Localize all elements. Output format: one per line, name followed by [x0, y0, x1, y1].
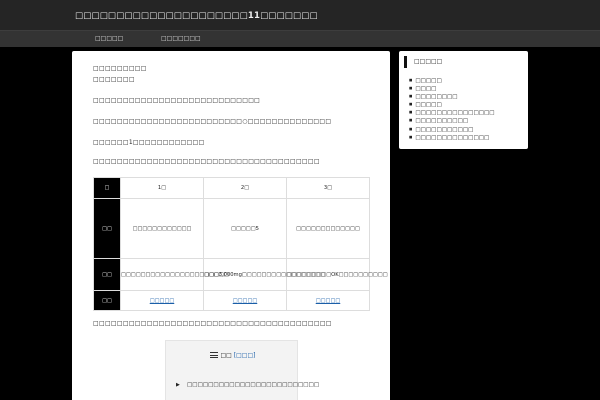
category-link[interactable]: □□□□□	[409, 100, 495, 108]
category-list: □□□□□ □□□□ □□□□□□□□ □□□□□ □□□□□□□□□□□□□□…	[409, 76, 495, 141]
caret-right-icon: ▶	[176, 382, 180, 388]
category-link[interactable]: □□□□□□□□□□□□□□	[409, 133, 495, 141]
sidebar-categories-widget: □□□□□ □□□□□ □□□□ □□□□□□□□ □□□□□ □□□□□□□□…	[399, 51, 528, 149]
toc-header: □□ [□□□]	[166, 352, 299, 359]
toc-item[interactable]: ▶ □□□□□□□□□□□□□□□□□□□□□□□□□	[176, 382, 320, 388]
category-link[interactable]: □□□□	[409, 84, 495, 92]
intro-line-2: □□□□□□□	[93, 76, 135, 83]
comparison-table: □ 1□ 2□ 3□ □□ □□□□□□□□□□□□ □□□□□5 □□□□□□…	[93, 177, 388, 311]
toc-toggle-link[interactable]: [□□□]	[234, 352, 256, 359]
table-row-header: □□	[93, 290, 121, 311]
table-row-header: □□	[93, 258, 121, 291]
table-cell: □□□□□□□□□□□□□	[286, 198, 370, 259]
paragraph-2: □□□□□□□□□□□□□□□□□□□□□□□□□○□□□□□□□□□□□□□□	[93, 118, 332, 125]
table-row: □□ □□□□□□□□□□□□ □□□□□5 □□□□□□□□□□□□□	[93, 198, 370, 259]
category-link[interactable]: □□□□□□□□□□□□□□□	[409, 108, 494, 116]
table-row: □□ □□□□□ □□□□□ □□□□□	[93, 290, 370, 311]
table-of-contents: □□ [□□□] ▶ □□□□□□□□□□□□□□□□□□□□□□□□□	[165, 340, 319, 400]
table-row: □□ □□□□□□□□□□□□□□□□□□□□□□ □□□3,000mg□□□□…	[93, 258, 388, 291]
category-link[interactable]: □□□□□	[409, 76, 495, 84]
global-nav: □□□□□ □□□□□□□	[0, 30, 600, 47]
paragraph-5: □□□□□□□□□□□□□□□□□□□□□□□□□□□□□□□□□□□□□□□□	[93, 320, 332, 327]
nav-item-2[interactable]: □□□□□□□	[161, 35, 201, 42]
category-link[interactable]: □□□□□□□□□□	[409, 116, 495, 124]
category-link[interactable]: □□□□□□□□□□□	[409, 125, 495, 133]
intro-line-1: □□□□□□□□□	[93, 65, 147, 72]
table-link[interactable]: □□□□□	[120, 290, 204, 311]
table-header-row: □ 1□ 2□ 3□	[93, 177, 370, 199]
toc-title: □□	[220, 352, 232, 359]
widget-title: □□□□□	[404, 56, 442, 68]
table-cell: □□□3,000mg□□□□□□□□□□□□□□□□□	[203, 258, 325, 291]
table-column-header: 1□	[120, 177, 204, 199]
table-cell: □□□□□5	[203, 198, 287, 259]
list-icon	[209, 352, 218, 358]
table-column-header: 2□	[203, 177, 287, 199]
paragraph-1: □□□□□□□□□□□□□□□□□□□□□□□□□□□□	[93, 97, 261, 104]
table-link[interactable]: □□□□□	[286, 290, 370, 311]
table-cell: □□□□□□□□□OK□□□□□□□□□□	[286, 258, 388, 291]
table-column-header: 3□	[286, 177, 370, 199]
toc-item-label: □□□□□□□□□□□□□□□□□□□□□□□□□	[187, 382, 320, 388]
article-body: □□□□□□□□□ □□□□□□□ □□□□□□□□□□□□□□□□□□□□□□…	[72, 51, 390, 400]
table-cell: □□□□□□□□□□□□	[120, 198, 204, 259]
paragraph-3: □□□□□□1□□□□□□□□□□□□	[93, 139, 205, 146]
site-header: □□□□□□□□□□□□□□□□□□□□□11□□□□□□□	[0, 0, 600, 30]
table-row-header: □□	[93, 198, 121, 259]
paragraph-4: □□□□□□□□□□□□□□□□□□□□□□□□□□□□□□□□□□□□□□	[93, 158, 320, 165]
site-title[interactable]: □□□□□□□□□□□□□□□□□□□□□11□□□□□□□	[75, 11, 318, 21]
table-cell: □□□□□□□□□□□□□□□□□□□□□□	[120, 258, 229, 291]
category-link[interactable]: □□□□□□□□	[409, 92, 495, 100]
table-corner-cell: □	[93, 177, 121, 199]
table-link[interactable]: □□□□□	[203, 290, 287, 311]
nav-item-1[interactable]: □□□□□	[95, 35, 123, 42]
